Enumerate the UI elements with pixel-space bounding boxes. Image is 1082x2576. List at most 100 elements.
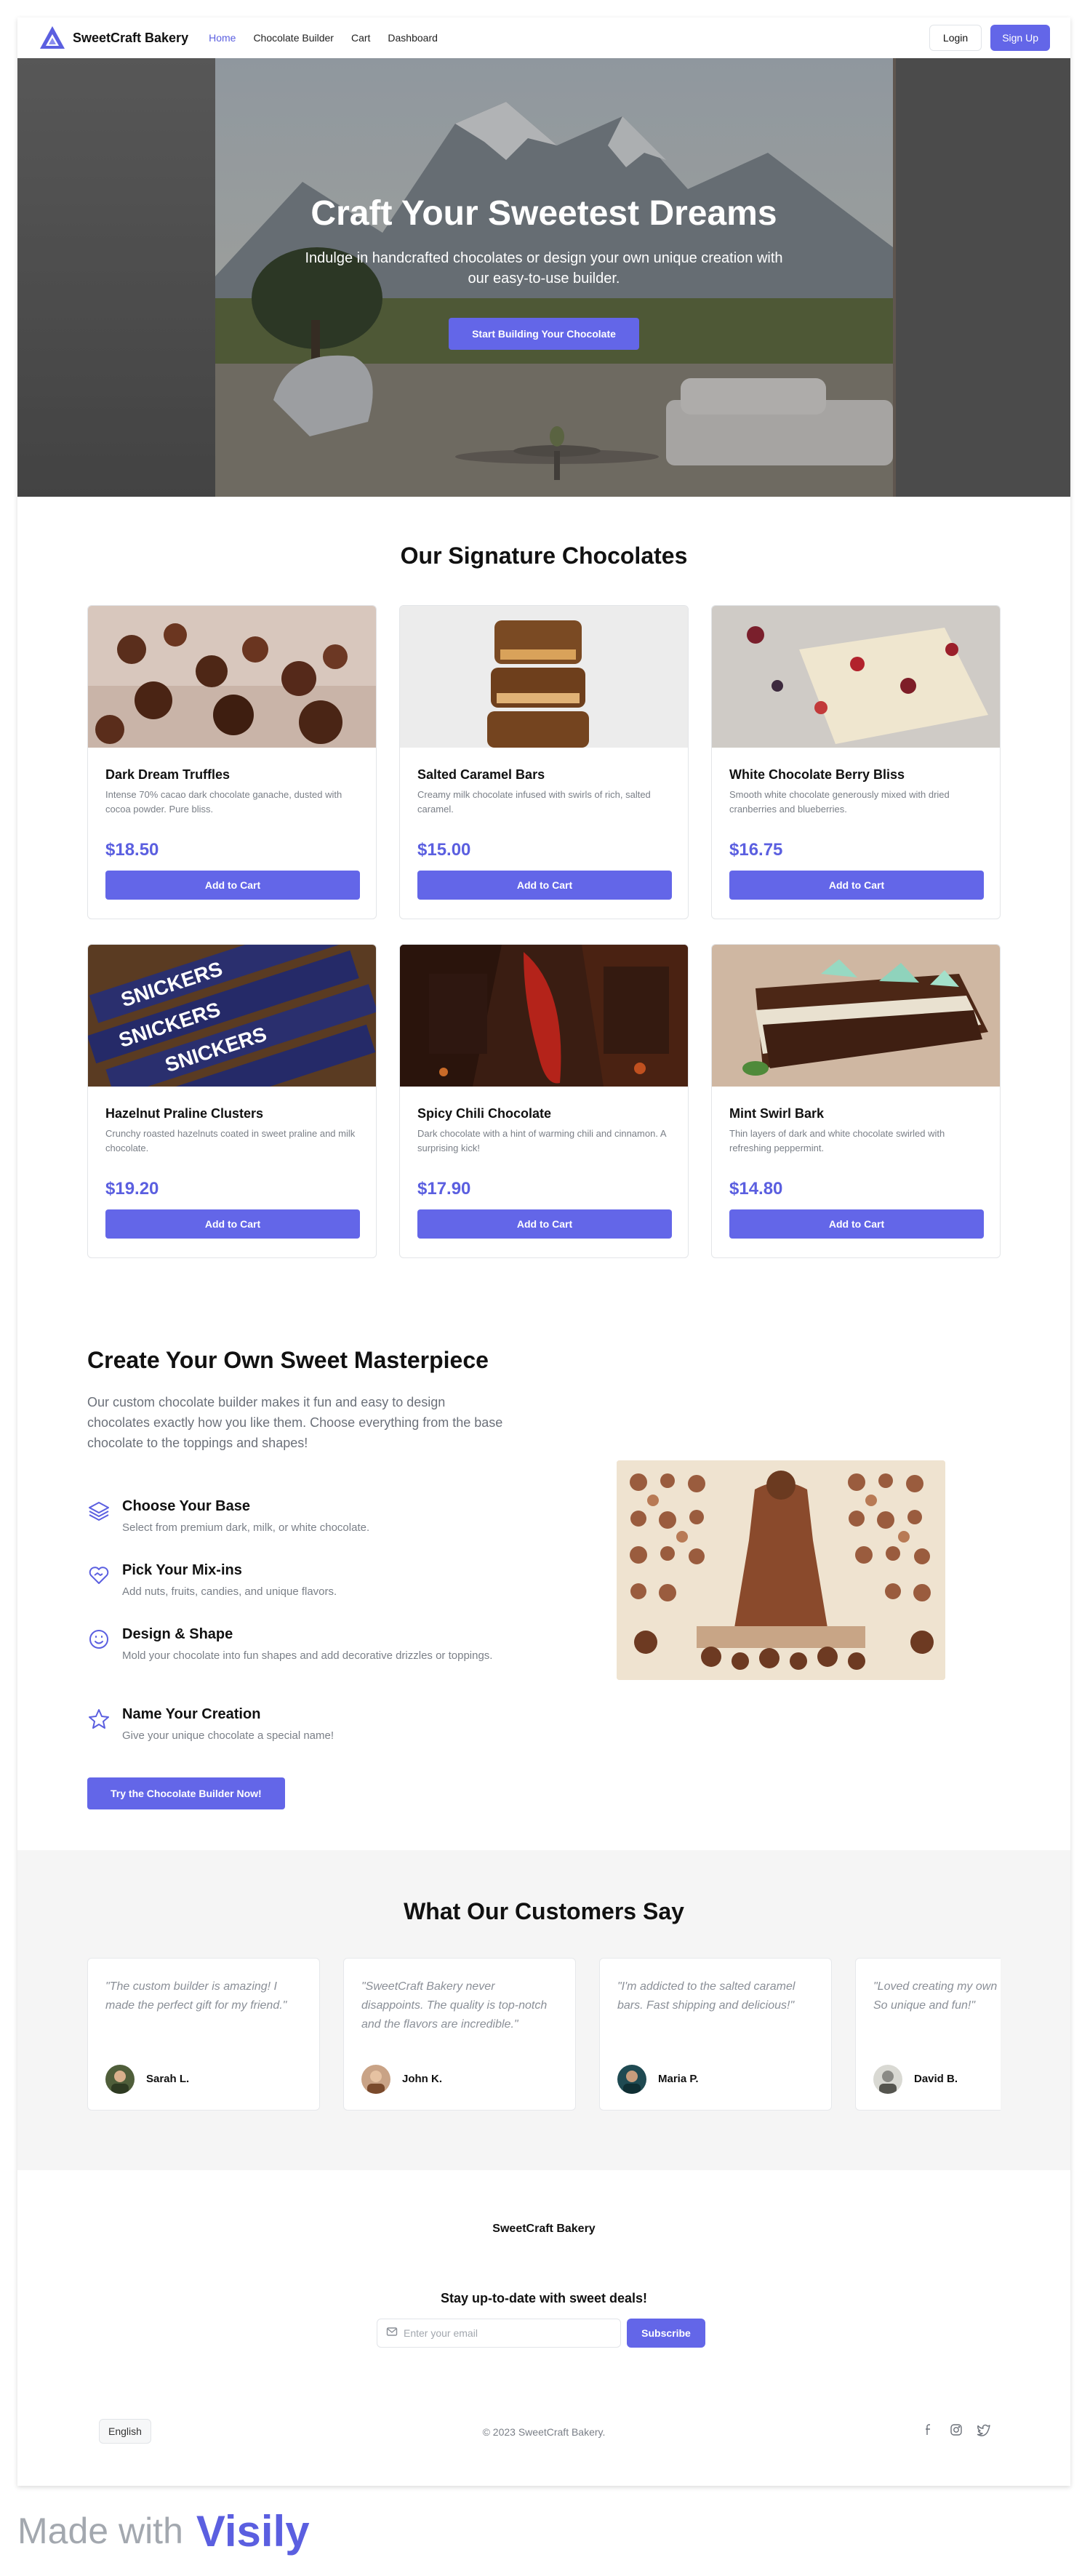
feature-title: Name Your Creation: [122, 1706, 261, 1722]
feature-title: Design & Shape: [122, 1626, 233, 1642]
testimonial-card: "I'm addicted to the salted caramel bars…: [599, 1958, 832, 2111]
product-description: Intense 70% cacao dark chocolate ganache…: [105, 789, 342, 815]
nav-link-dashboard[interactable]: Dashboard: [388, 32, 438, 44]
product-name: Spicy Chili Chocolate: [417, 1106, 552, 1121]
feature-description: Mold your chocolate into fun shapes and …: [122, 1649, 493, 1662]
nav-actions: Login Sign Up: [929, 25, 1050, 51]
product-description: Smooth white chocolate generously mixed …: [729, 789, 950, 815]
copyright-text: © 2023 SweetCraft Bakery.: [482, 2426, 606, 2438]
nav-links: Home Chocolate Builder Cart Dashboard: [209, 32, 438, 44]
hero-title: Craft Your Sweetest Dreams: [310, 194, 777, 233]
product-image-mint-bark: [712, 945, 1000, 1087]
product-card: Spicy Chili Chocolate Dark chocolate wit…: [399, 944, 689, 1258]
add-to-cart-button[interactable]: Add to Cart: [417, 1209, 672, 1239]
testimonial-quote: "The custom builder is amazing! I made t…: [105, 1980, 287, 2012]
avatar: [617, 2065, 646, 2094]
feature-description: Add nuts, fruits, candies, and unique fl…: [122, 1585, 337, 1598]
add-to-cart-button[interactable]: Add to Cart: [729, 871, 984, 900]
testimonial-card: "SweetCraft Bakery never disappoints. Th…: [343, 1958, 576, 2111]
avatar: [361, 2065, 390, 2094]
product-image-truffles: [88, 606, 376, 748]
start-building-button[interactable]: Start Building Your Chocolate: [449, 318, 639, 350]
testimonials-carousel[interactable]: "The custom builder is amazing! I made t…: [87, 1958, 1001, 2111]
product-card: Dark Dream Truffles Intense 70% cacao da…: [87, 605, 377, 919]
feature-title: Choose Your Base: [122, 1498, 250, 1514]
builder-feature: Choose Your Base Select from premium dar…: [87, 1498, 524, 1549]
product-name: White Chocolate Berry Bliss: [729, 767, 905, 782]
testimonial-name: David B.: [914, 2073, 958, 2085]
product-name: Salted Caramel Bars: [417, 767, 545, 782]
social-links: [921, 2422, 992, 2438]
testimonials-title: What Our Customers Say: [404, 1898, 684, 1924]
twitter-icon[interactable]: [976, 2422, 992, 2438]
try-builder-button[interactable]: Try the Chocolate Builder Now!: [87, 1777, 285, 1809]
star-icon: [87, 1708, 111, 1731]
builder-section-title: Create Your Own Sweet Masterpiece: [87, 1347, 489, 1373]
builder-illustration: [617, 1460, 945, 1680]
hero-section: Craft Your Sweetest Dreams Indulge in ha…: [17, 58, 1070, 497]
product-price: $16.75: [729, 840, 783, 860]
subscribe-button[interactable]: Subscribe: [627, 2319, 705, 2348]
testimonial-name: Maria P.: [658, 2073, 699, 2085]
login-button[interactable]: Login: [929, 25, 982, 51]
hero-content: Craft Your Sweetest Dreams Indulge in ha…: [17, 58, 1070, 497]
add-to-cart-button[interactable]: Add to Cart: [417, 871, 672, 900]
layers-icon: [87, 1500, 111, 1523]
product-name: Dark Dream Truffles: [105, 767, 231, 782]
add-to-cart-button[interactable]: Add to Cart: [105, 871, 360, 900]
product-card: SNICKERS SNICKERS SNICKERS Hazelnut Pral…: [87, 944, 377, 1258]
newsletter-heading: Stay up-to-date with sweet deals!: [440, 2291, 648, 2305]
nav-link-cart[interactable]: Cart: [351, 32, 370, 44]
footer-brand[interactable]: SweetCraft Bakery: [17, 2223, 1070, 2236]
product-price: $15.00: [417, 840, 471, 860]
page: SweetCraft Bakery Home Chocolate Builder…: [17, 17, 1070, 2486]
instagram-icon[interactable]: [948, 2422, 964, 2438]
signup-button[interactable]: Sign Up: [990, 25, 1050, 51]
testimonial-quote: "SweetCraft Bakery never disappoints. Th…: [361, 1980, 548, 2031]
avatar: [105, 2065, 135, 2094]
add-to-cart-button[interactable]: Add to Cart: [105, 1209, 360, 1239]
product-card: Mint Swirl Bark Thin layers of dark and …: [711, 944, 1001, 1258]
product-price: $19.20: [105, 1179, 159, 1199]
email-field[interactable]: [377, 2319, 621, 2348]
brand-name[interactable]: SweetCraft Bakery: [73, 31, 188, 46]
testimonial-card: "The custom builder is amazing! I made t…: [87, 1958, 320, 2111]
product-description: Creamy milk chocolate infused with swirl…: [417, 789, 651, 815]
product-price: $17.90: [417, 1179, 471, 1199]
made-with-text: Made with: [17, 2511, 183, 2551]
facebook-icon[interactable]: [921, 2422, 937, 2438]
testimonial-quote: "Loved creating my own chocolate. So uni…: [873, 1980, 1001, 2012]
product-name: Hazelnut Praline Clusters: [105, 1106, 264, 1121]
nav-link-home[interactable]: Home: [209, 32, 236, 44]
product-image-hazelnut: SNICKERS SNICKERS SNICKERS: [88, 945, 376, 1138]
product-card: White Chocolate Berry Bliss Smooth white…: [711, 605, 1001, 919]
mail-icon: [386, 2326, 398, 2341]
logo-icon[interactable]: [38, 23, 67, 52]
product-image-caramel-bars: [400, 606, 688, 748]
builder-feature: Design & Shape Mold your chocolate into …: [87, 1626, 524, 1677]
heart-handshake-icon: [87, 1564, 111, 1587]
feature-title: Pick Your Mix-ins: [122, 1562, 242, 1578]
testimonial-name: John K.: [402, 2073, 442, 2085]
visily-logo: Visily: [196, 2506, 310, 2556]
testimonial-quote: "I'm addicted to the salted caramel bars…: [617, 1980, 796, 2012]
signature-section-title: Our Signature Chocolates: [400, 543, 688, 569]
avatar: [873, 2065, 902, 2094]
hero-subtitle: Indulge in handcrafted chocolates or des…: [305, 250, 783, 287]
product-image-chili: [400, 945, 688, 1087]
testimonial-name: Sarah L.: [146, 2073, 190, 2085]
builder-feature: Pick Your Mix-ins Add nuts, fruits, cand…: [87, 1562, 524, 1613]
email-input[interactable]: [404, 2327, 607, 2339]
product-card: Salted Caramel Bars Creamy milk chocolat…: [399, 605, 689, 919]
product-price: $14.80: [729, 1179, 783, 1199]
builder-intro: Our custom chocolate builder makes it fu…: [87, 1395, 503, 1450]
made-with-badge[interactable]: Made with Visily: [17, 2502, 310, 2560]
product-description: Dark chocolate with a hint of warming ch…: [417, 1128, 666, 1153]
product-description: Thin layers of dark and white chocolate …: [729, 1128, 945, 1153]
testimonials-section: What Our Customers Say "The custom build…: [17, 1850, 1070, 2170]
add-to-cart-button[interactable]: Add to Cart: [729, 1209, 984, 1239]
top-navbar: SweetCraft Bakery Home Chocolate Builder…: [17, 17, 1070, 58]
nav-link-chocolate-builder[interactable]: Chocolate Builder: [253, 32, 334, 44]
product-description: Crunchy roasted hazelnuts coated in swee…: [105, 1128, 356, 1153]
testimonial-card: "Loved creating my own chocolate. So uni…: [855, 1958, 1001, 2111]
